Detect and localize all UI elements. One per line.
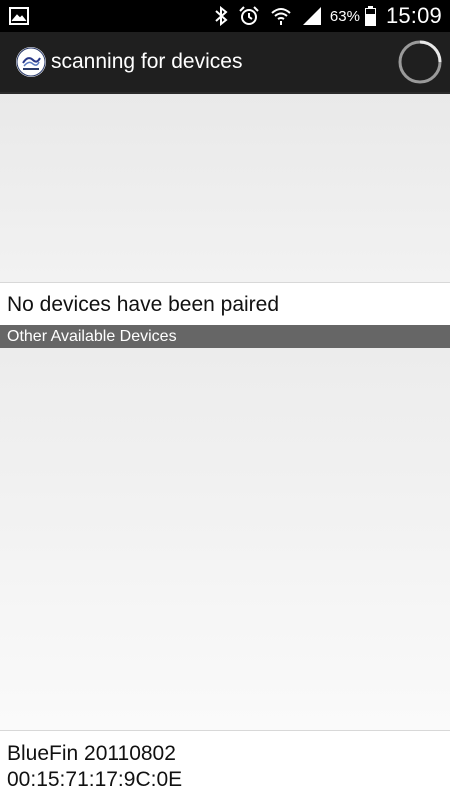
battery-icon (364, 6, 376, 26)
device-address: 00:15:71:17:9C:0E (7, 768, 183, 791)
paired-devices-area (0, 94, 450, 282)
progress-spinner-icon (398, 40, 442, 84)
wifi-icon (270, 6, 292, 26)
section-header-available: Other Available Devices (0, 325, 450, 348)
battery-percent: 63% (329, 7, 360, 25)
status-bar: 63% 15:09 (0, 0, 450, 32)
page-title: scanning for devices (51, 50, 243, 73)
paired-devices-empty-row: No devices have been paired (0, 282, 450, 325)
signal-icon (302, 6, 322, 26)
list-item-device[interactable]: BlueFin 20110802 00:15:71:17:9C:0E (0, 730, 450, 800)
alarm-icon (238, 6, 260, 26)
status-icons: 63% 15:09 (204, 0, 442, 32)
no-paired-devices-text: No devices have been paired (7, 293, 280, 316)
status-clock: 15:09 (385, 3, 442, 28)
section-header-label: Other Available Devices (7, 328, 177, 345)
bluefin-logo-icon[interactable] (16, 47, 46, 77)
bluetooth-icon (214, 5, 228, 27)
action-bar: scanning for devices (0, 32, 450, 94)
available-devices-area (0, 348, 450, 730)
image-icon (9, 7, 29, 25)
bluetooth-scan-screen: 63% 15:09 scanning for devices No device… (0, 0, 450, 800)
device-name: BlueFin 20110802 (7, 742, 176, 765)
